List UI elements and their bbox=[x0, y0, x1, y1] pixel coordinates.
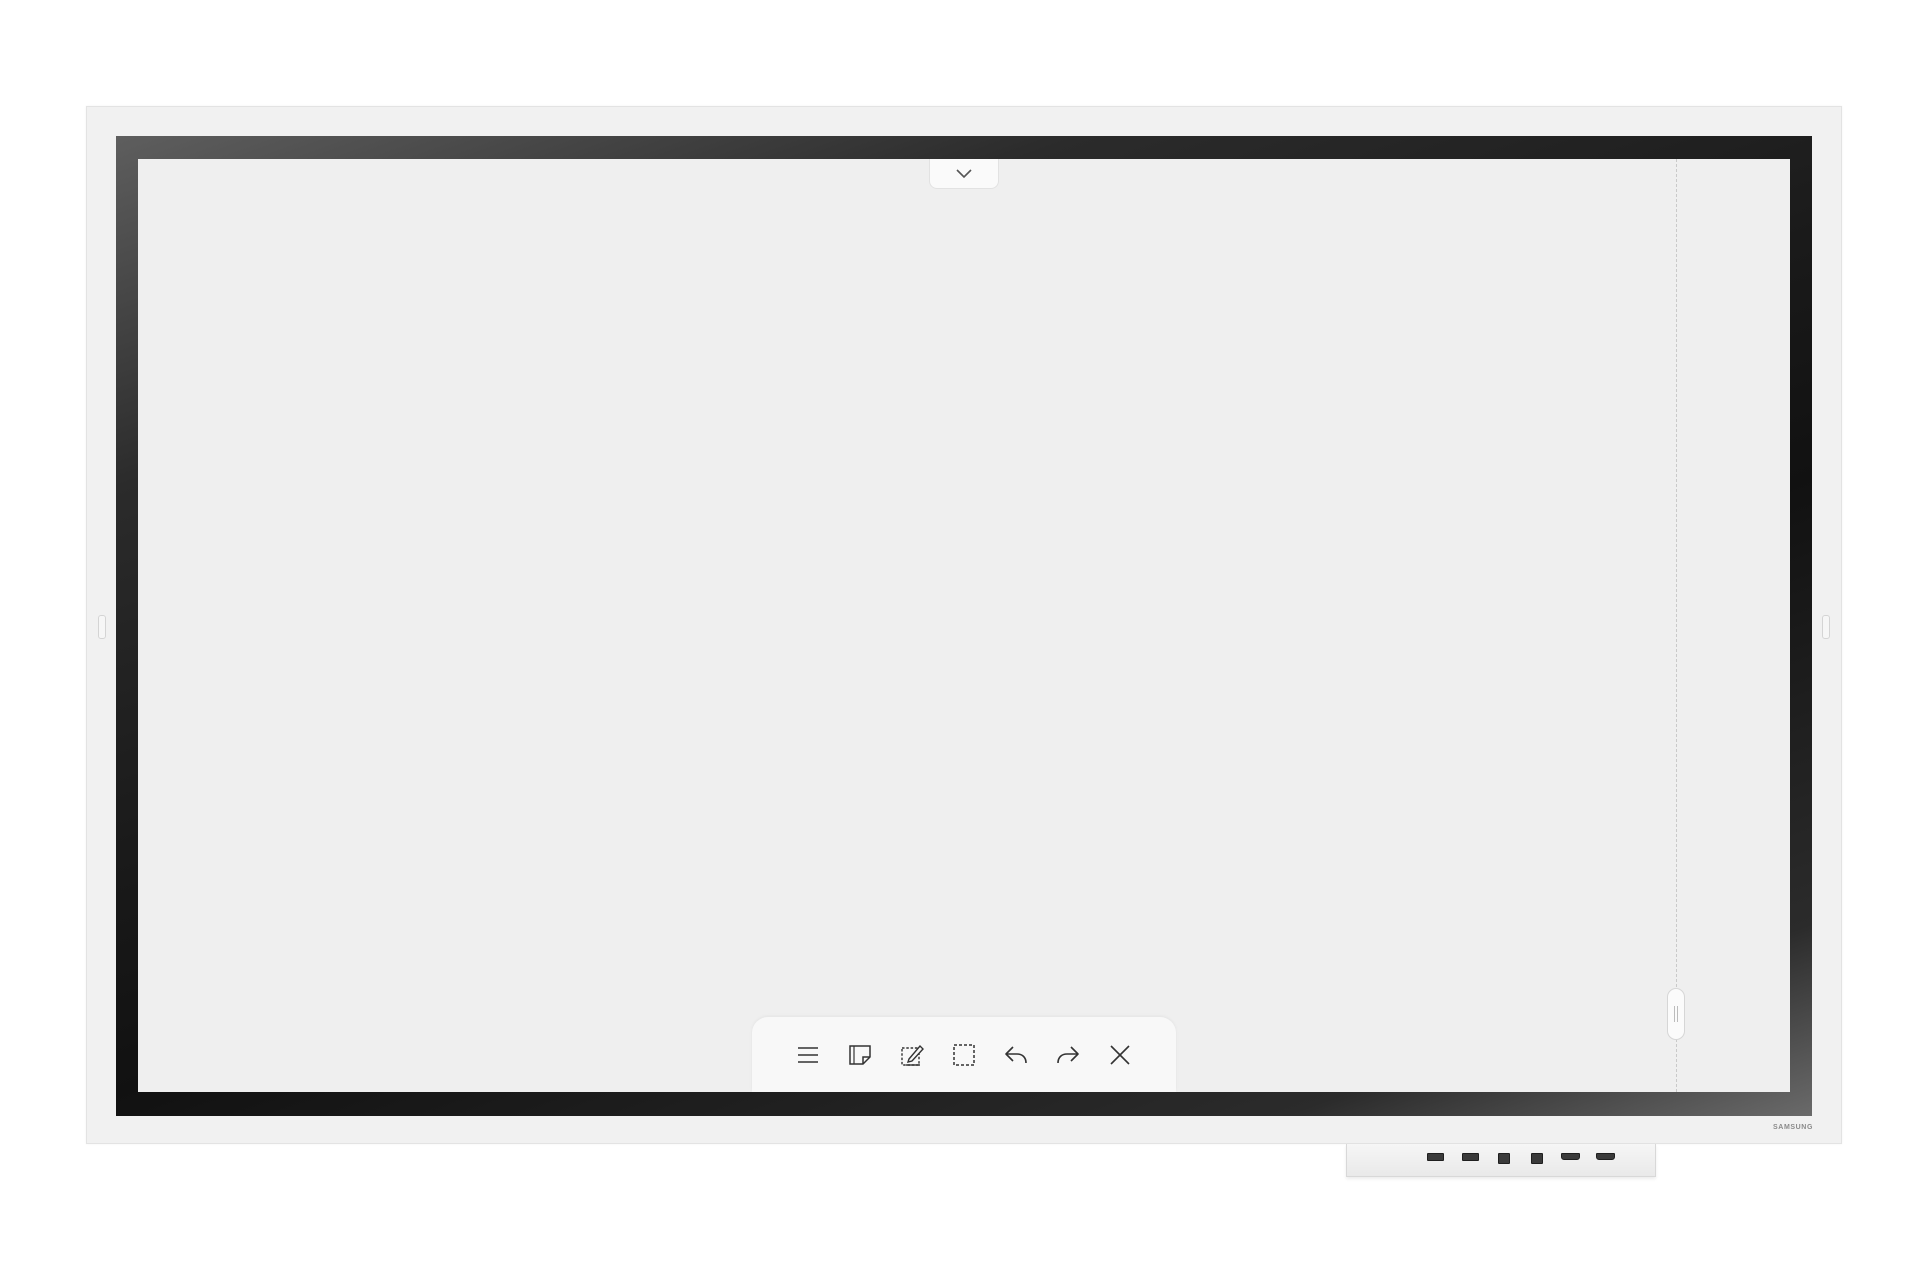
usb-port bbox=[1427, 1153, 1444, 1161]
redo-button[interactable] bbox=[1051, 1037, 1086, 1072]
connector-dock bbox=[1346, 1144, 1656, 1177]
page-boundary-line bbox=[1676, 159, 1677, 1092]
undo-icon bbox=[1005, 1045, 1027, 1063]
right-side-button[interactable] bbox=[1822, 615, 1830, 639]
bottom-toolbar bbox=[752, 1017, 1176, 1092]
close-button[interactable] bbox=[1103, 1037, 1138, 1072]
drag-handle-icon bbox=[1674, 1006, 1678, 1022]
whiteboard-canvas[interactable] bbox=[138, 159, 1790, 1092]
left-side-button[interactable] bbox=[98, 615, 106, 639]
redo-icon bbox=[1057, 1045, 1079, 1063]
menu-button[interactable] bbox=[791, 1037, 826, 1072]
usb-b-port bbox=[1498, 1153, 1510, 1164]
sticky-note-button[interactable] bbox=[843, 1037, 878, 1072]
screen-capture-button[interactable] bbox=[895, 1037, 930, 1072]
hamburger-menu-icon bbox=[798, 1046, 818, 1063]
dashed-select-icon bbox=[953, 1043, 975, 1066]
chevron-down-icon bbox=[956, 168, 972, 178]
select-area-button[interactable] bbox=[947, 1037, 982, 1072]
hdmi-port bbox=[1596, 1153, 1615, 1160]
brand-logo: SAMSUNG bbox=[1773, 1124, 1813, 1131]
scroll-handle[interactable] bbox=[1667, 988, 1685, 1040]
top-pull-tab[interactable] bbox=[929, 159, 999, 189]
close-icon bbox=[1110, 1044, 1130, 1065]
usb-port bbox=[1462, 1153, 1479, 1161]
sticky-note-icon bbox=[849, 1044, 871, 1065]
usb-b-port bbox=[1531, 1153, 1543, 1164]
undo-button[interactable] bbox=[999, 1037, 1034, 1072]
hdmi-port bbox=[1561, 1153, 1580, 1160]
capture-edit-icon bbox=[901, 1044, 924, 1066]
